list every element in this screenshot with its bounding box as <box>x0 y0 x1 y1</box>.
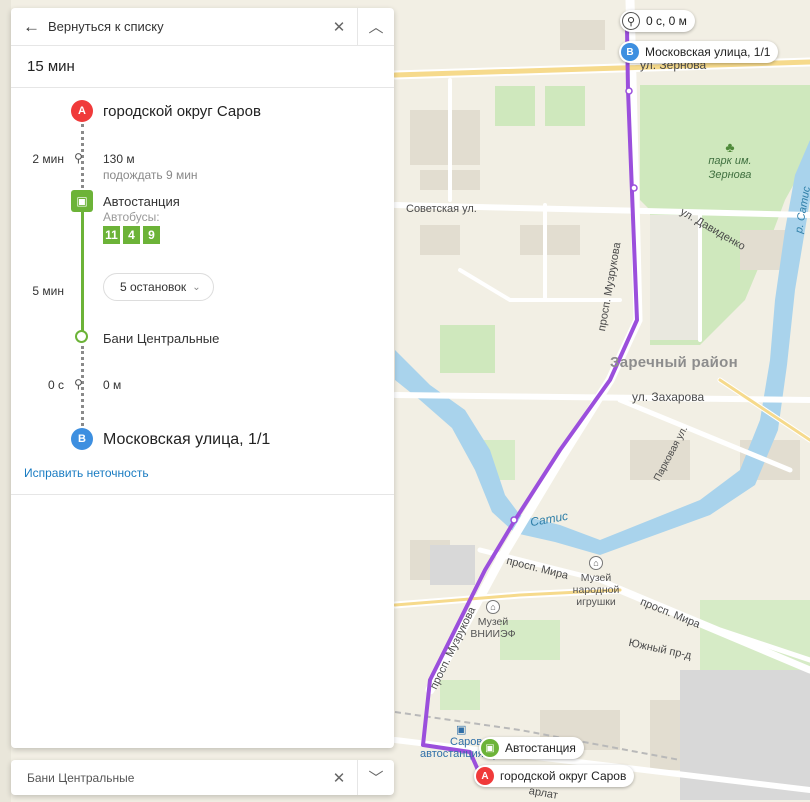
panel-divider <box>11 494 394 495</box>
back-to-list-button[interactable]: ← Вернуться к списку <box>11 8 321 46</box>
museum-vniief-label: ⌂ Музей ВНИИЭФ <box>465 600 521 640</box>
map-pin-b[interactable]: B Московская улица, 1/1 <box>619 41 779 63</box>
route-panel: ← Вернуться к списку ✕ ︿ 15 мин A городс… <box>11 7 394 748</box>
walk1-wait: подождать 9 мин <box>103 168 198 182</box>
pin-a-name: городской округ Саров <box>500 769 627 783</box>
tree-icon: ♣ <box>725 139 735 155</box>
route-duration: 15 мин <box>11 46 394 88</box>
arrow-left-icon: ← <box>23 16 40 36</box>
walk-icon: ⚲ <box>622 12 640 30</box>
bus-numbers: 11 4 9 <box>103 226 160 244</box>
museum-toy-line3: игрушки <box>576 596 616 608</box>
exit-stop: Бани Центральные <box>103 331 220 346</box>
walk1-time: 2 мин <box>32 152 64 166</box>
museum-vniief-line1: Музей <box>477 616 509 628</box>
museum-toy-line2: народной <box>572 584 620 596</box>
bottom-search-input[interactable] <box>11 770 321 785</box>
bottom-search-box: ✕ ﹀ <box>11 760 394 795</box>
bus-icon: ▣ <box>71 190 93 212</box>
museum-icon: ⌂ <box>589 556 603 570</box>
walk-icon: ⚲ <box>74 377 83 391</box>
chevron-down-icon: ⌄ <box>192 281 201 293</box>
ride-time: 5 мин <box>32 284 64 298</box>
walk1-distance: 130 м <box>103 152 135 166</box>
bus-badge[interactable]: 9 <box>143 226 160 244</box>
museum-toy-line1: Музей <box>580 572 612 584</box>
park-label-line1: парк им. <box>708 155 752 167</box>
pin-a-marker: A <box>476 767 494 785</box>
route-steps: A городской округ Саров 2 мин ⚲ 130 м по… <box>11 88 394 468</box>
map-pin-bus-stop[interactable]: ▣ Автостанция <box>479 737 584 759</box>
exit-stop-marker <box>75 330 88 343</box>
close-icon[interactable]: ✕ <box>321 760 357 795</box>
start-marker: A <box>71 100 93 122</box>
museum-toy-label: ⌂ Музей народной игрушки <box>568 556 624 608</box>
walk2-distance: 0 м <box>103 378 122 392</box>
pin-bus-name: Автостанция <box>505 741 576 755</box>
start-name: городской округ Саров <box>103 103 261 120</box>
museum-icon: ⌂ <box>486 600 500 614</box>
bus-badge[interactable]: 11 <box>103 226 120 244</box>
stops-button-label: 5 остановок <box>120 280 187 294</box>
park-label-line2: Зернова <box>708 169 752 181</box>
pin-b-marker: B <box>621 43 639 61</box>
museum-vniief-line2: ВНИИЭФ <box>470 628 516 640</box>
district-label: Заречный район <box>610 354 738 371</box>
bus-badge[interactable]: 4 <box>123 226 140 244</box>
map-pin-walk[interactable]: ⚲ 0 с, 0 м <box>620 10 695 32</box>
pin-walk-text: 0 с, 0 м <box>646 14 687 28</box>
end-marker: B <box>71 428 93 450</box>
back-label: Вернуться к списку <box>48 19 164 34</box>
chevron-up-icon[interactable]: ︿ <box>358 8 394 46</box>
fix-inaccuracy-link[interactable]: Исправить неточность <box>24 466 149 480</box>
street-label-sovetskaya: Советская ул. <box>406 203 477 215</box>
station-icon: ▣ <box>456 724 467 736</box>
bus-label: Автобусы: <box>103 210 160 224</box>
close-icon[interactable]: ✕ <box>321 8 357 46</box>
bus-icon: ▣ <box>481 739 499 757</box>
board-stop: Автостанция <box>103 194 180 209</box>
street-label-zakharova: ул. Захарова <box>632 390 705 404</box>
park-label: ♣ парк им. Зернова <box>690 140 770 182</box>
walk2-time: 0 с <box>47 378 64 392</box>
end-name: Московская улица, 1/1 <box>103 431 271 448</box>
panel-header: ← Вернуться к списку ✕ ︿ <box>11 7 394 46</box>
stops-toggle-button[interactable]: 5 остановок ⌄ <box>103 273 214 301</box>
chevron-down-icon[interactable]: ﹀ <box>358 760 394 795</box>
map-pin-a[interactable]: A городской округ Саров <box>474 765 635 787</box>
bus-segment <box>81 192 84 332</box>
walk-icon: ⚲ <box>74 151 83 165</box>
pin-b-name: Московская улица, 1/1 <box>645 45 771 59</box>
